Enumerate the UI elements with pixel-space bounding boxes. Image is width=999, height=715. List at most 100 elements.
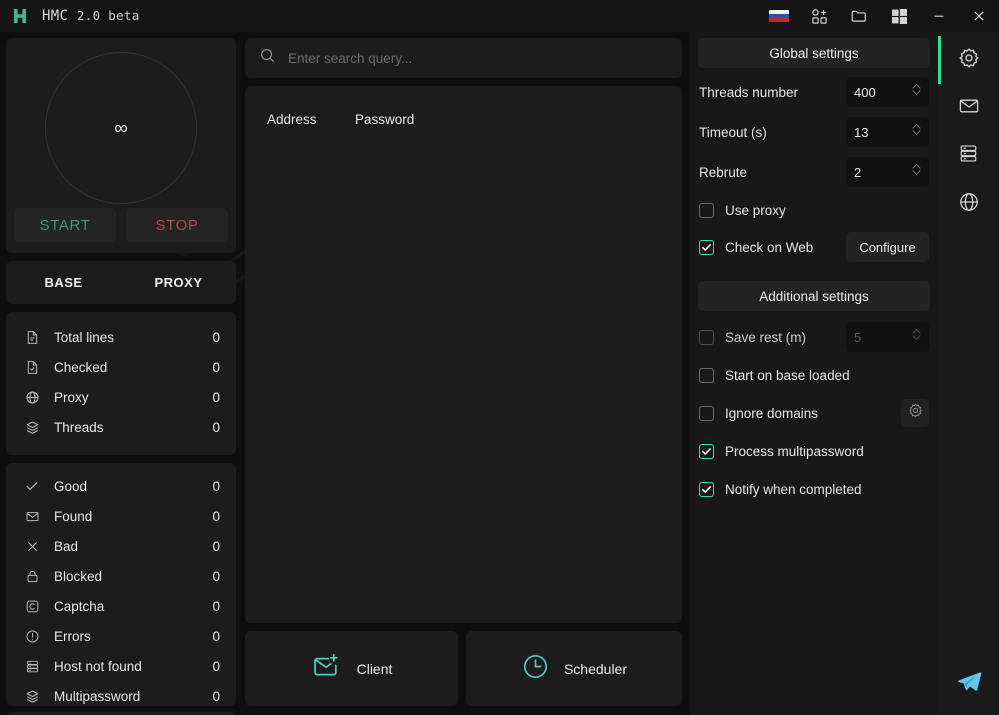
checkbox-row-process-multipassword[interactable]: Process multipassword: [699, 436, 929, 466]
notify-when-completed-checkbox[interactable]: [699, 481, 714, 497]
status-label: Found: [54, 508, 93, 524]
additional-settings-header: Additional settings: [698, 281, 930, 311]
stepper-arrows-icon[interactable]: [911, 122, 922, 143]
rail-item-mail[interactable]: [938, 84, 999, 132]
envelope-icon: [22, 506, 42, 526]
progress-ring: ∞: [45, 52, 197, 204]
column-header-address[interactable]: Address: [267, 112, 355, 127]
title-bar: HMC 2.0 beta: [0, 0, 999, 32]
start-on-base-loaded-checkbox[interactable]: [699, 367, 714, 383]
ignore-domains-settings-button[interactable]: [901, 399, 929, 427]
rail-item-settings[interactable]: [938, 36, 999, 84]
stat-row-threads: Threads 0: [6, 412, 236, 442]
status-value: 0: [212, 628, 220, 644]
stepper-arrows-icon[interactable]: [911, 162, 922, 183]
field-threads-number: Threads number 400: [699, 76, 929, 108]
use-proxy-checkbox[interactable]: [699, 202, 714, 218]
checkbox-row-check-on-web[interactable]: Check on Web Configure: [699, 232, 929, 262]
globe-icon: [22, 387, 42, 407]
windows-logo-icon: [891, 8, 907, 24]
stat-label: Threads: [54, 419, 104, 435]
save-rest-value: 5: [854, 329, 862, 345]
global-settings-header: Global settings: [698, 38, 930, 68]
stepper-arrows-icon[interactable]: [911, 327, 922, 348]
process-multipassword-checkbox[interactable]: [699, 443, 714, 459]
telegram-send-icon: [955, 667, 983, 700]
ignore-domains-checkbox[interactable]: [699, 405, 714, 421]
status-label: Bad: [54, 538, 79, 554]
rail-item-web[interactable]: [938, 180, 999, 228]
windows-button[interactable]: [879, 0, 919, 32]
search-bar[interactable]: [245, 38, 682, 78]
configure-button[interactable]: Configure: [846, 232, 929, 262]
file-lines-icon: [22, 327, 42, 347]
status-value: 0: [212, 568, 220, 584]
clock-icon: [521, 652, 550, 686]
field-label: Rebrute: [699, 164, 748, 180]
hmc-logo-icon: [10, 6, 30, 26]
stats-panel: Total lines 0 Checked 0 Proxy 0 Threads …: [6, 312, 236, 455]
check-icon: [22, 476, 42, 496]
status-value: 0: [212, 478, 220, 494]
status-value: 0: [212, 688, 220, 704]
checkbox-row-notify-when-completed[interactable]: Notify when completed: [699, 474, 929, 504]
rebrute-stepper[interactable]: 2: [846, 157, 929, 187]
apps-add-button[interactable]: [799, 0, 839, 32]
close-button[interactable]: [959, 0, 999, 32]
rail-item-servers[interactable]: [938, 132, 999, 180]
checkbox-row-start-on-base-loaded[interactable]: Start on base loaded: [699, 360, 929, 390]
folder-button[interactable]: [839, 0, 879, 32]
app-name: HMC: [42, 8, 69, 24]
layers-icon: [22, 417, 42, 437]
search-icon: [259, 47, 276, 69]
scheduler-button[interactable]: Scheduler: [466, 631, 682, 706]
stat-value: 0: [212, 389, 220, 405]
status-row-good: Good 0: [6, 471, 236, 501]
x-icon: [22, 536, 42, 556]
status-value: 0: [212, 598, 220, 614]
stop-button[interactable]: STOP: [126, 208, 228, 242]
column-header-password[interactable]: Password: [355, 112, 414, 127]
stat-label: Total lines: [54, 329, 115, 345]
russian-flag-icon: [769, 9, 789, 23]
results-table: Address Password: [245, 86, 682, 623]
language-flag-button[interactable]: [759, 0, 799, 32]
run-controls: START STOP: [14, 208, 228, 242]
lock-icon: [22, 566, 42, 586]
search-input[interactable]: [288, 50, 668, 66]
client-button[interactable]: Client: [245, 631, 458, 706]
minimize-button[interactable]: [919, 0, 959, 32]
status-value: 0: [212, 658, 220, 674]
stat-row-total-lines: Total lines 0: [6, 322, 236, 352]
gear-icon: [958, 47, 980, 74]
server-icon: [22, 656, 42, 676]
stat-row-proxy: Proxy 0: [6, 382, 236, 412]
start-button[interactable]: START: [14, 208, 116, 242]
threads-number-stepper[interactable]: 400: [846, 77, 929, 107]
checkbox-row-ignore-domains[interactable]: Ignore domains: [699, 398, 929, 428]
gauge-panel: ∞ START STOP: [6, 38, 236, 253]
gauge-value: ∞: [114, 117, 128, 139]
status-row-found: Found 0: [6, 501, 236, 531]
checkbox-row-save-rest[interactable]: Save rest (m) 5: [699, 322, 929, 352]
check-on-web-checkbox[interactable]: [699, 239, 714, 255]
save-rest-checkbox[interactable]: [699, 329, 714, 345]
telegram-send-button[interactable]: [938, 661, 999, 705]
tab-base[interactable]: BASE: [6, 261, 121, 304]
app-version: 2.0 beta: [76, 8, 140, 23]
status-label: Errors: [54, 628, 91, 644]
status-row-errors: Errors 0: [6, 621, 236, 651]
status-row-host-not-found: Host not found 0: [6, 651, 236, 681]
checkbox-row-use-proxy[interactable]: Use proxy: [699, 195, 929, 225]
start-on-base-loaded-label: Start on base loaded: [725, 367, 850, 383]
timeout-stepper[interactable]: 13: [846, 117, 929, 147]
stepper-arrows-icon[interactable]: [911, 82, 922, 103]
stat-label: Proxy: [54, 389, 89, 405]
rebrute-value: 2: [854, 164, 862, 180]
page-title: HMC 2.0 beta: [42, 8, 140, 24]
field-rebrute: Rebrute 2: [699, 156, 929, 188]
scheduler-label: Scheduler: [563, 660, 628, 677]
use-proxy-label: Use proxy: [725, 202, 786, 218]
tab-proxy[interactable]: PROXY: [121, 261, 236, 304]
save-rest-stepper[interactable]: 5: [846, 322, 929, 352]
